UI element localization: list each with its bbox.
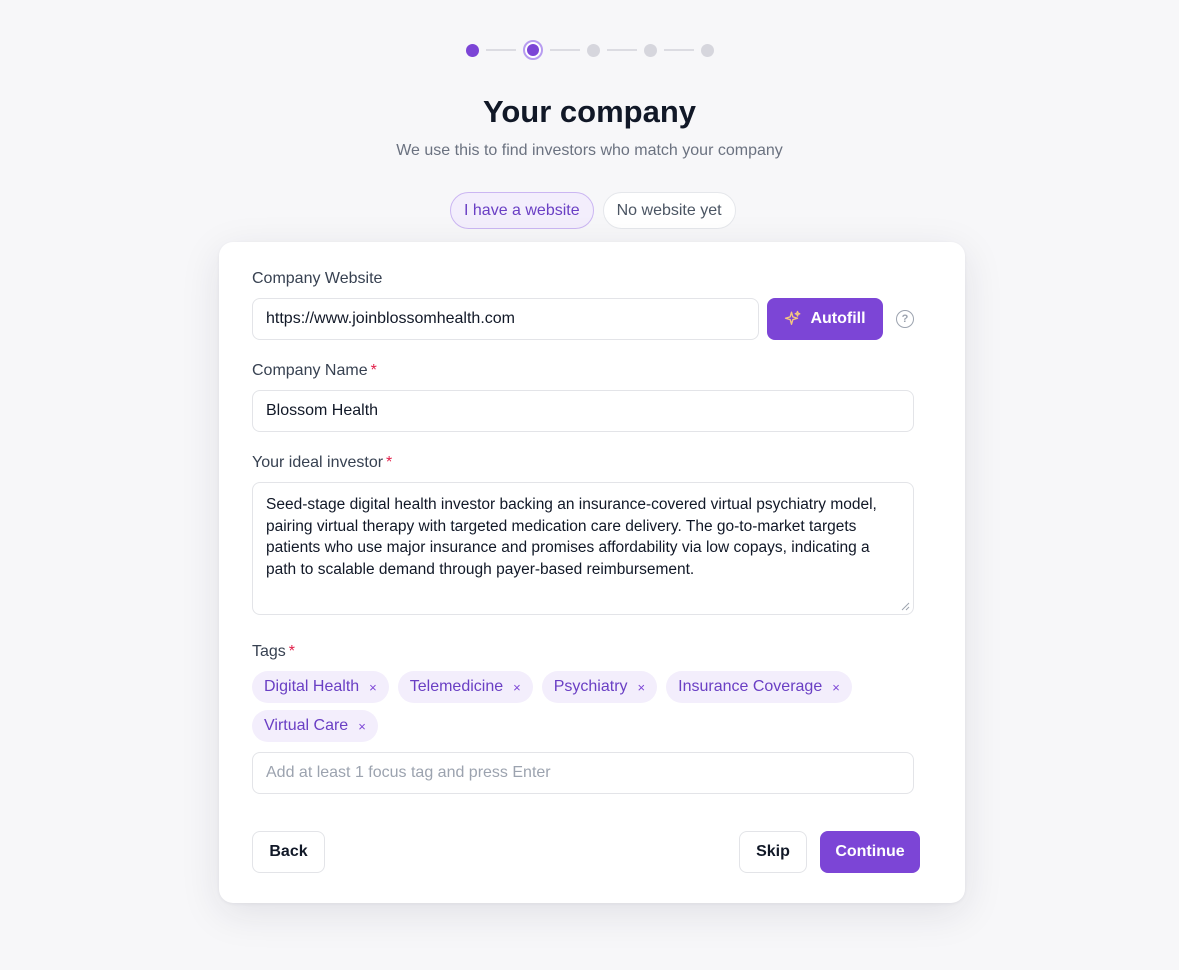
company-name-label-text: Company Name bbox=[252, 362, 368, 379]
company-website-label: Company Website bbox=[252, 270, 382, 288]
tag-chip: Virtual Care × bbox=[252, 710, 378, 742]
tag-input[interactable]: Add at least 1 focus tag and press Enter bbox=[252, 752, 914, 794]
tag-chip: Digital Health × bbox=[252, 671, 389, 703]
close-icon[interactable]: × bbox=[358, 719, 366, 734]
tag-label: Insurance Coverage bbox=[678, 678, 823, 695]
tag-chip: Telemedicine × bbox=[397, 671, 533, 703]
tags-label: Tags * bbox=[252, 643, 295, 661]
required-marker: * bbox=[370, 362, 377, 379]
required-marker: * bbox=[288, 643, 296, 660]
tag-chip: Psychiatry × bbox=[541, 671, 658, 703]
tag-label: Virtual Care bbox=[264, 717, 349, 734]
skip-button[interactable]: Skip bbox=[739, 831, 807, 873]
company-name-input[interactable]: Blossom Health bbox=[252, 390, 914, 432]
ideal-investor-label: Your ideal investor * bbox=[252, 454, 392, 472]
close-icon[interactable]: × bbox=[513, 680, 521, 695]
tag-label: Digital Health bbox=[264, 678, 360, 695]
tag-input-placeholder: Add at least 1 focus tag and press Enter bbox=[266, 764, 551, 781]
company-website-input[interactable]: https://www.joinblossomhealth.com bbox=[252, 298, 759, 340]
tag-label: Psychiatry bbox=[553, 678, 628, 695]
step-connector bbox=[607, 49, 637, 51]
ideal-investor-label-text: Your ideal investor bbox=[252, 454, 384, 471]
progress-stepper bbox=[466, 40, 714, 60]
have-website-option[interactable]: I have a website bbox=[450, 192, 594, 229]
step-1-indicator bbox=[466, 43, 479, 57]
step-connector bbox=[664, 49, 694, 51]
company-website-value: https://www.joinblossomhealth.com bbox=[266, 310, 515, 327]
tags-label-text: Tags bbox=[252, 643, 286, 660]
tag-list: Digital Health × Telemedicine × Psychiat… bbox=[252, 671, 892, 742]
no-website-option[interactable]: No website yet bbox=[602, 192, 736, 229]
autofill-button[interactable]: Autofill bbox=[767, 298, 883, 340]
close-icon[interactable]: × bbox=[638, 680, 646, 695]
close-icon[interactable]: × bbox=[369, 680, 377, 695]
step-2-indicator bbox=[523, 40, 543, 60]
page-subtitle: We use this to find investors who match … bbox=[396, 142, 783, 159]
step-3-indicator bbox=[587, 43, 600, 57]
continue-button[interactable]: Continue bbox=[820, 831, 920, 873]
company-name-value: Blossom Health bbox=[266, 402, 379, 419]
company-form-card: Company Website https://www.joinblossomh… bbox=[219, 242, 965, 903]
page-title: Your company bbox=[482, 94, 697, 129]
step-5-indicator bbox=[701, 43, 714, 57]
ideal-investor-textarea[interactable]: Seed-stage digital health investor backi… bbox=[252, 482, 914, 615]
step-connector bbox=[486, 49, 516, 51]
tag-chip: Insurance Coverage × bbox=[666, 671, 852, 703]
company-name-label: Company Name * bbox=[252, 362, 377, 380]
resize-handle-icon[interactable] bbox=[900, 601, 910, 611]
question-icon[interactable]: ? bbox=[896, 310, 914, 328]
ideal-investor-value: Seed-stage digital health investor backi… bbox=[266, 496, 877, 578]
step-connector bbox=[550, 49, 580, 51]
back-button[interactable]: Back bbox=[252, 831, 325, 873]
close-icon[interactable]: × bbox=[832, 680, 840, 695]
required-marker: * bbox=[386, 454, 393, 471]
website-mode-toggle: I have a website No website yet bbox=[450, 192, 736, 229]
company-website-label-text: Company Website bbox=[252, 270, 383, 287]
autofill-label: Autofill bbox=[810, 310, 866, 327]
sparkle-icon bbox=[785, 310, 801, 325]
step-4-indicator bbox=[644, 43, 657, 57]
tag-label: Telemedicine bbox=[409, 678, 504, 695]
